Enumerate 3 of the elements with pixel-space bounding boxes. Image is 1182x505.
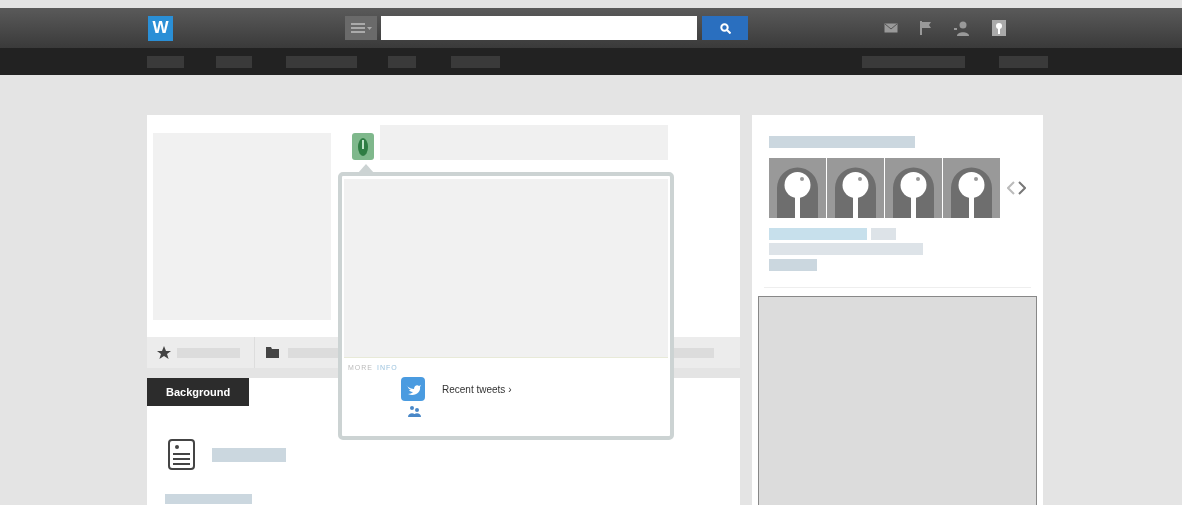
logo[interactable]: W	[148, 15, 173, 41]
tweets-link[interactable]: Recent tweets ›	[401, 377, 512, 401]
tab[interactable]: Background	[147, 378, 250, 406]
